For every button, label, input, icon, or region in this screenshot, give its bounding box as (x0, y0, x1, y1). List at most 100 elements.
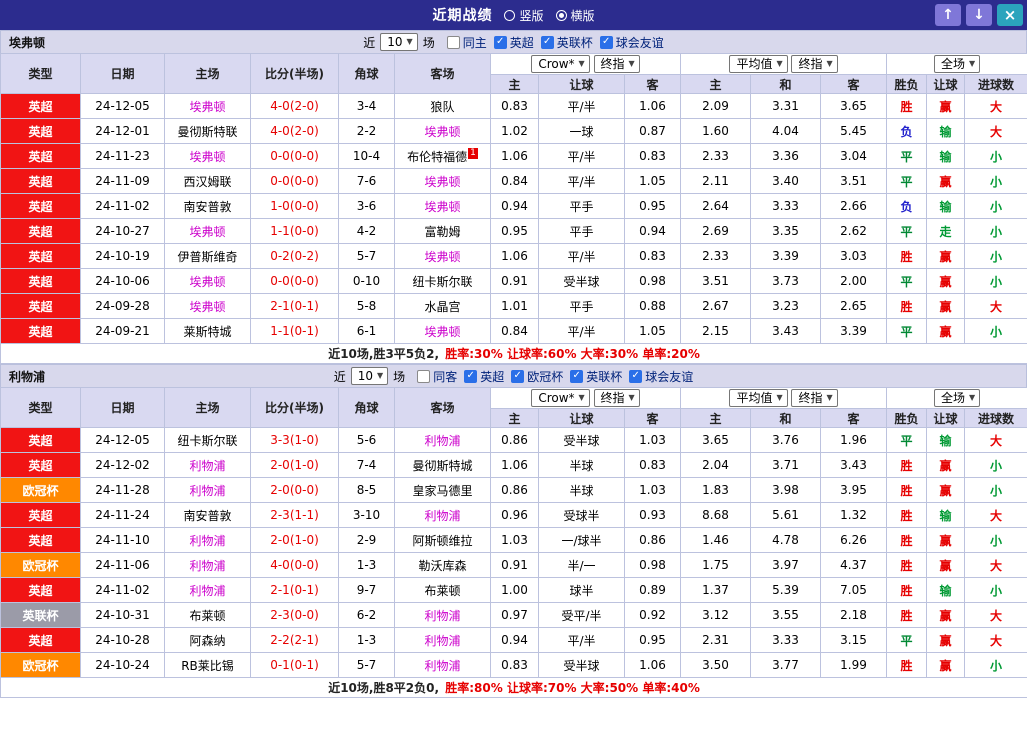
chevron-down-icon: ▼ (578, 59, 585, 68)
home-team-cell[interactable]: 西汉姆联 (164, 168, 251, 194)
euro-period-select[interactable]: 终指 ▼ (791, 55, 838, 73)
checkbox-unchecked-icon[interactable] (417, 369, 431, 383)
home-team-cell[interactable]: 利物浦 (164, 452, 251, 478)
away-team-cell[interactable]: 皇家马德里 (394, 477, 491, 503)
goals-cell: 大 (964, 552, 1027, 578)
col-handicap-result: 让球 (926, 74, 966, 94)
away-team-cell[interactable]: 勒沃库森 (394, 552, 491, 578)
euro-home-odds-cell: 3.12 (680, 602, 752, 628)
home-team-cell[interactable]: 埃弗顿 (164, 268, 251, 294)
away-team-cell[interactable]: 利物浦 (394, 627, 491, 653)
filter-checkbox[interactable]: ✓ 英联杯 (570, 368, 622, 385)
layout-radio-vertical[interactable]: 竖版 (504, 7, 544, 24)
away-team-cell[interactable]: 埃弗顿 (394, 243, 491, 269)
match-count-select[interactable]: 10 ▼ (350, 367, 389, 385)
euro-source-select[interactable]: 平均值 ▼ (729, 55, 788, 73)
filter-checkbox[interactable]: ✓ 球会友谊 (629, 368, 693, 385)
asian-period-select[interactable]: 终指 ▼ (593, 55, 640, 73)
home-team-cell[interactable]: 埃弗顿 (164, 143, 251, 169)
filter-checkbox[interactable]: 同客 (417, 368, 457, 385)
euro-draw-odds-cell: 3.36 (750, 143, 822, 169)
home-team-cell[interactable]: RB莱比锡 (164, 652, 251, 678)
filter-checkbox[interactable]: ✓ 英联杯 (540, 34, 593, 51)
close-button[interactable]: × (997, 4, 1023, 26)
scroll-up-button[interactable]: ↑ (935, 4, 961, 26)
home-team-cell[interactable]: 曼彻斯特联 (164, 118, 251, 144)
date-cell: 24-12-02 (80, 452, 165, 478)
euro-away-odds-cell: 3.65 (820, 93, 888, 119)
score-cell: 2-0(1-0) (250, 527, 339, 553)
home-team-cell[interactable]: 伊普斯维奇 (164, 243, 251, 269)
euro-period-select[interactable]: 终指 ▼ (791, 389, 838, 407)
away-team-cell[interactable]: 曼彻斯特城 (394, 452, 491, 478)
home-team-cell[interactable]: 埃弗顿 (164, 93, 251, 119)
match-row: 英超 24-12-05 埃弗顿 4-0(2-0) 3-4 狼队 0.83 平/半 1.06 2.0… (0, 93, 1027, 119)
filter-checkbox[interactable]: ✓ 英超 (464, 368, 504, 385)
home-team-cell[interactable]: 莱斯特城 (164, 318, 251, 344)
checkbox-checked-icon[interactable]: ✓ (599, 35, 613, 49)
away-team-cell[interactable]: 水晶宫 (394, 293, 491, 319)
home-team-cell[interactable]: 埃弗顿 (164, 293, 251, 319)
away-team-cell[interactable]: 埃弗顿 (394, 118, 491, 144)
filter-checkbox[interactable]: ✓ 英超 (493, 34, 534, 51)
away-team-cell[interactable]: 纽卡斯尔联 (394, 268, 491, 294)
radio-icon[interactable] (555, 9, 567, 21)
away-team-cell[interactable]: 利物浦 (394, 602, 491, 628)
euro-odds-dropdowns: 平均值 ▼ 终指 ▼ (680, 387, 888, 409)
scroll-down-button[interactable]: ↓ (966, 4, 992, 26)
euro-source-select[interactable]: 平均值 ▼ (729, 389, 788, 407)
goals-cell: 大 (964, 427, 1027, 453)
col-type: 类型 (0, 387, 81, 428)
checkbox-checked-icon[interactable]: ✓ (540, 35, 554, 49)
checkbox-checked-icon[interactable]: ✓ (570, 369, 584, 383)
home-team-cell[interactable]: 南安普敦 (164, 502, 251, 528)
home-team-cell[interactable]: 利物浦 (164, 527, 251, 553)
away-team-cell[interactable]: 埃弗顿 (394, 318, 491, 344)
handicap-result-cell: 赢 (926, 652, 966, 678)
asian-away-odds-cell: 1.06 (623, 93, 682, 119)
home-team-cell[interactable]: 纽卡斯尔联 (164, 427, 251, 453)
layout-radio-horizontal[interactable]: 横版 (555, 7, 595, 24)
checkbox-checked-icon[interactable]: ✓ (464, 369, 478, 383)
home-team-cell[interactable]: 利物浦 (164, 577, 251, 603)
asian-away-odds-cell: 0.95 (623, 627, 682, 653)
checkbox-checked-icon[interactable]: ✓ (493, 35, 507, 49)
home-team-cell[interactable]: 埃弗顿 (164, 218, 251, 244)
radio-icon[interactable] (504, 9, 516, 21)
corner-cell: 9-7 (338, 577, 395, 603)
col-euro-home: 主 (680, 74, 752, 94)
handicap-cell: 受半球 (538, 268, 625, 294)
asian-period-select[interactable]: 终指 ▼ (593, 389, 640, 407)
scope-select[interactable]: 全场 ▼ (933, 55, 981, 73)
checkbox-checked-icon[interactable]: ✓ (511, 369, 525, 383)
filter-checkbox[interactable]: 同主 (446, 34, 487, 51)
match-row: 英超 24-11-09 西汉姆联 0-0(0-0) 7-6 埃弗顿 0.84 平/半 1.05 2… (0, 168, 1027, 194)
filter-checkbox[interactable]: ✓ 球会友谊 (599, 34, 664, 51)
away-team-cell[interactable]: 埃弗顿 (394, 168, 491, 194)
home-team-cell[interactable]: 利物浦 (164, 477, 251, 503)
away-team-cell[interactable]: 布伦特福德 1 (394, 143, 491, 169)
filter-checkbox[interactable]: ✓ 欧冠杯 (511, 368, 563, 385)
away-team-cell[interactable]: 利物浦 (394, 502, 491, 528)
home-team-cell[interactable]: 南安普敦 (164, 193, 251, 219)
home-team-cell[interactable]: 利物浦 (164, 552, 251, 578)
col-asian-home: 主 (490, 74, 539, 94)
home-team-cell[interactable]: 阿森纳 (164, 627, 251, 653)
score-cell: 2-1(0-1) (250, 293, 339, 319)
date-cell: 24-11-24 (80, 502, 165, 528)
match-count-select[interactable]: 10 ▼ (380, 33, 418, 51)
away-team-cell[interactable]: 布莱顿 (394, 577, 491, 603)
away-team-cell[interactable]: 阿斯顿维拉 (394, 527, 491, 553)
home-team-cell[interactable]: 布莱顿 (164, 602, 251, 628)
goals-cell: 小 (964, 577, 1027, 603)
checkbox-unchecked-icon[interactable] (446, 35, 460, 49)
away-team-cell[interactable]: 埃弗顿 (394, 193, 491, 219)
scope-select[interactable]: 全场 ▼ (933, 389, 981, 407)
asian-source-select[interactable]: Crow* ▼ (531, 389, 590, 407)
away-team-cell[interactable]: 利物浦 (394, 652, 491, 678)
away-team-cell[interactable]: 利物浦 (394, 427, 491, 453)
asian-source-select[interactable]: Crow* ▼ (531, 55, 590, 73)
away-team-cell[interactable]: 富勒姆 (394, 218, 491, 244)
checkbox-checked-icon[interactable]: ✓ (629, 369, 643, 383)
away-team-cell[interactable]: 狼队 (394, 93, 491, 119)
